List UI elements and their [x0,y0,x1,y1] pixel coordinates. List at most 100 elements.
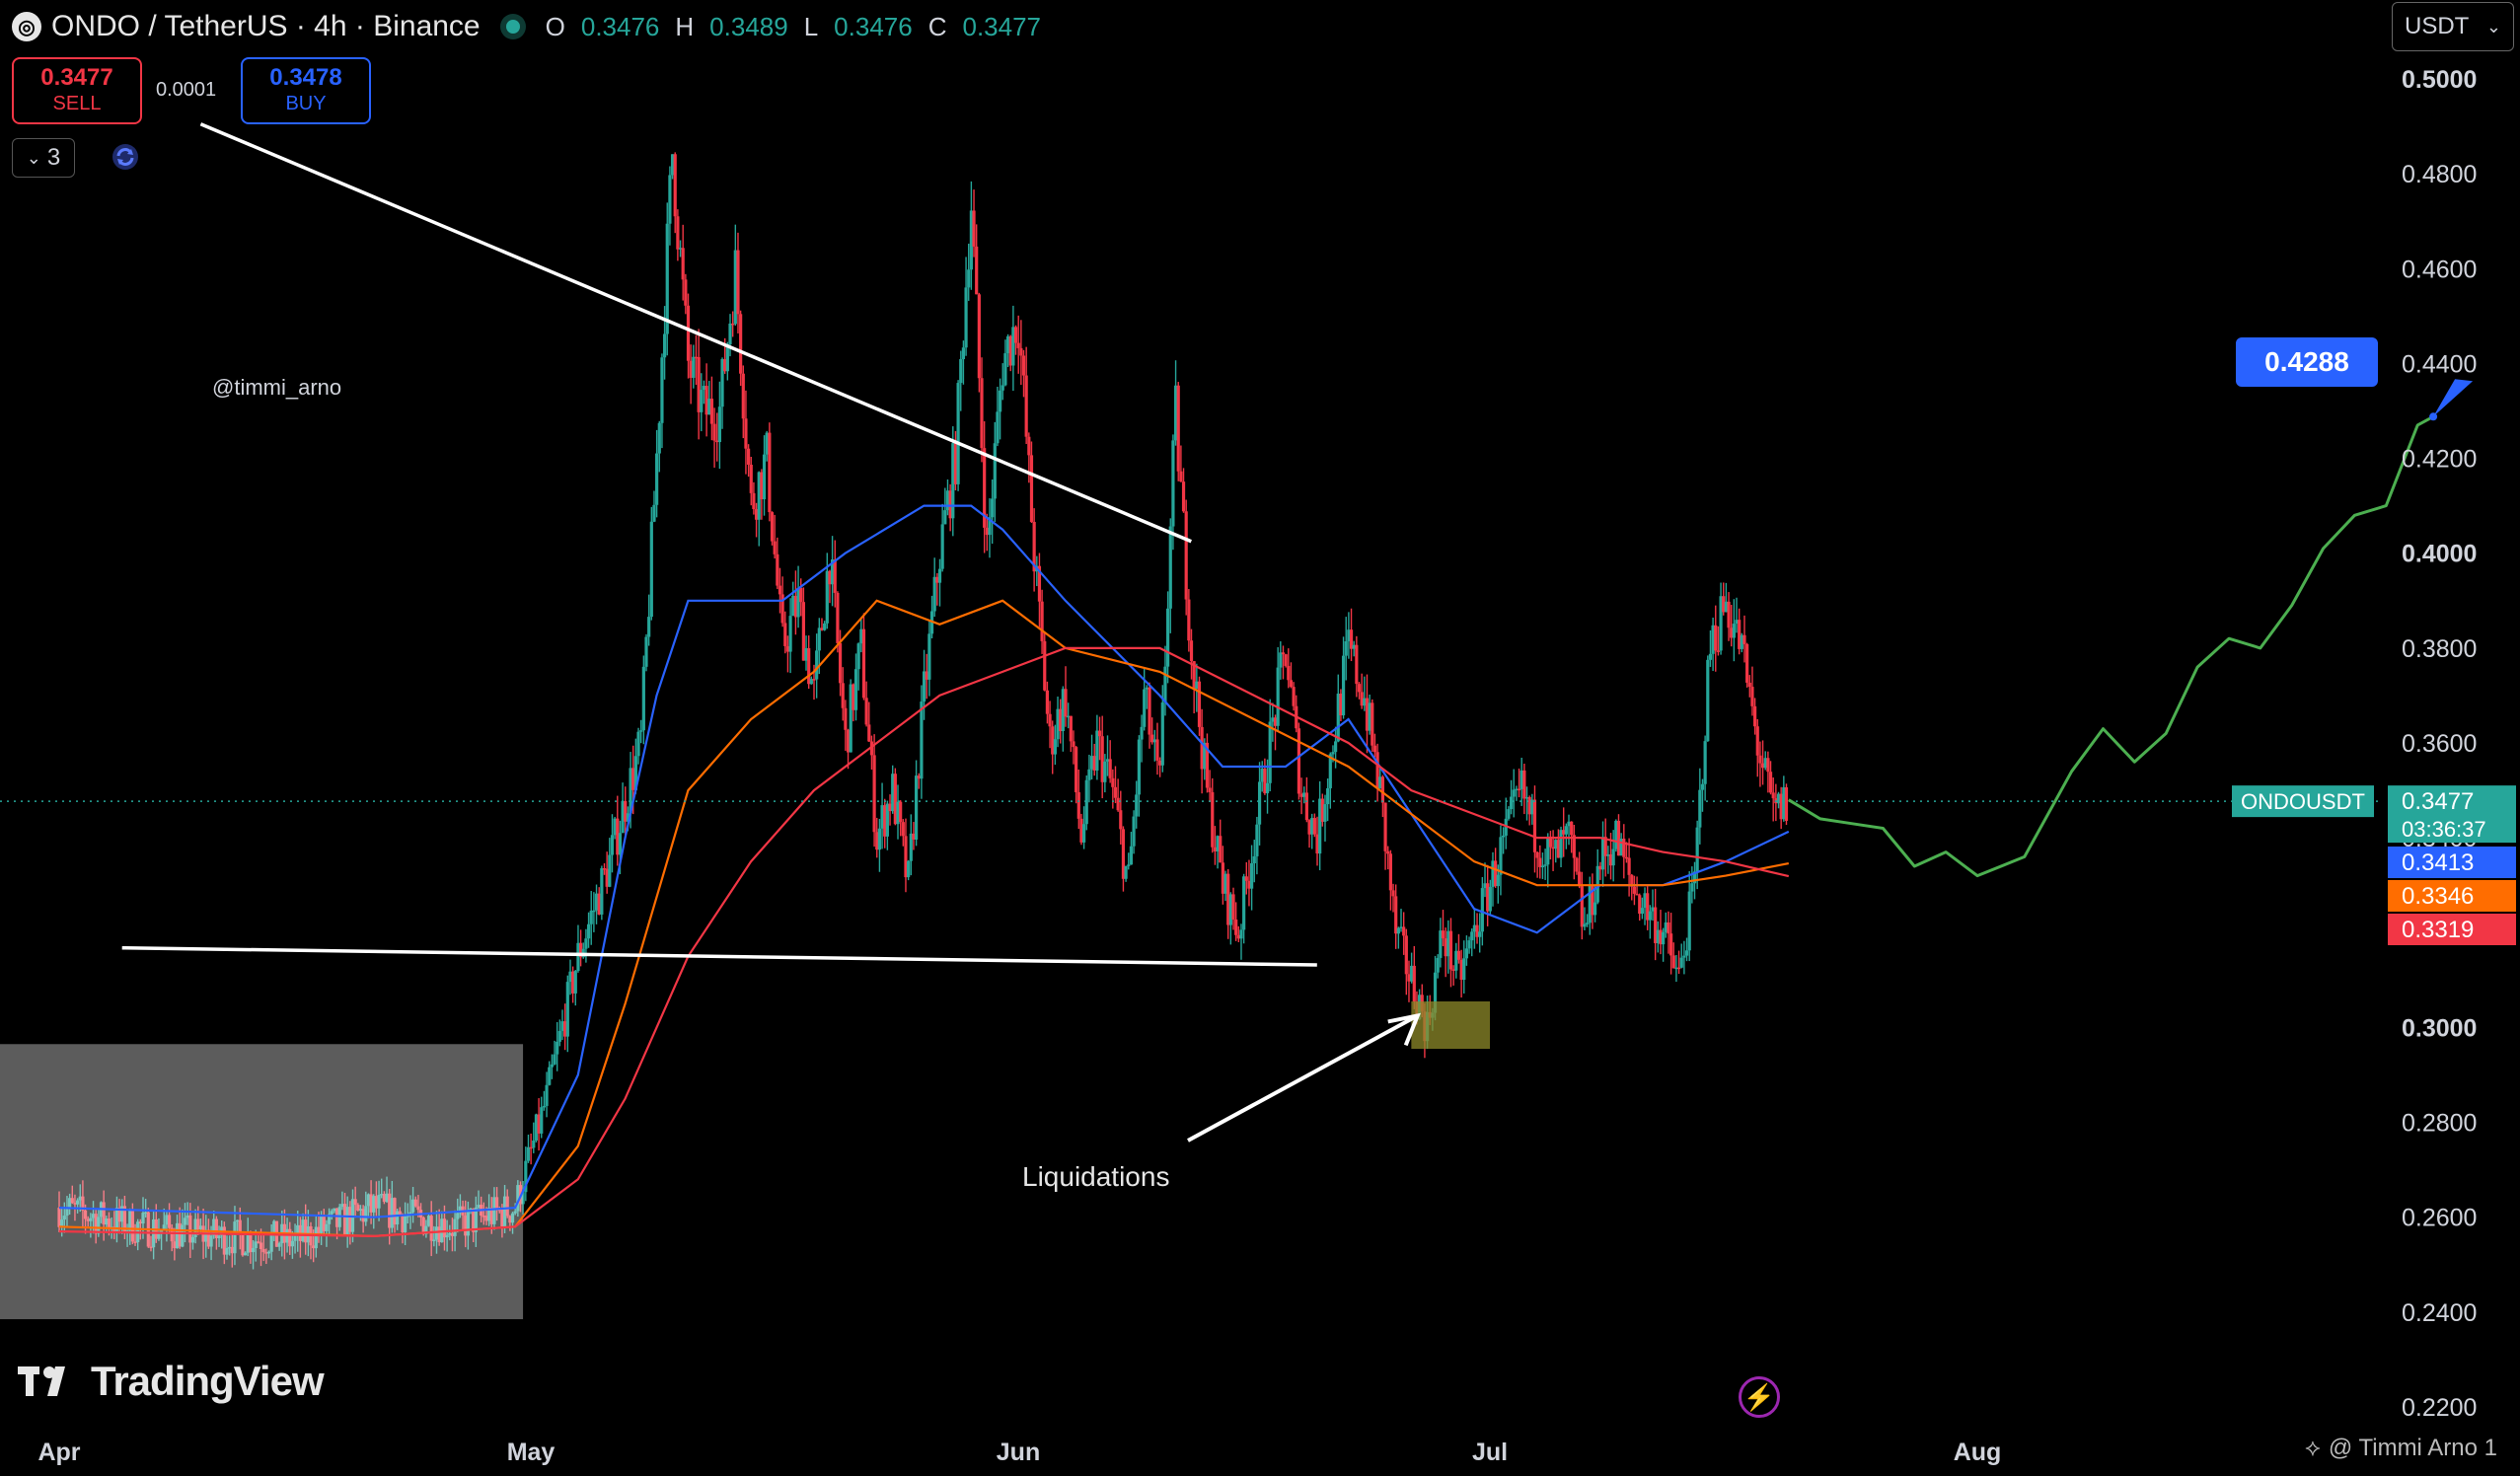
candle-body [1441,930,1445,939]
candle-body [1716,650,1721,652]
candle-body [1695,827,1699,872]
candle-body [1242,876,1246,930]
candle-body [1287,665,1291,681]
candle-body [550,1064,554,1068]
candle-body [1097,730,1102,737]
indicator-count: 3 [46,144,61,171]
candle-body [1535,851,1539,858]
candle-body [1632,886,1637,894]
candle-body [1095,730,1099,771]
candle-body [744,418,748,449]
candle-body [1108,759,1112,778]
candle-body [920,701,924,779]
candle-body [1386,850,1390,854]
candle-body [1171,440,1175,527]
candle-body [1166,608,1170,667]
candle-body [1040,601,1044,641]
candle-body [1412,965,1416,1002]
candle-body [1344,640,1348,656]
candle-body [1279,652,1283,668]
candle-body [1189,640,1194,662]
candle-body [1467,940,1471,949]
price-chart[interactable]: 0.4288 0.5000 0.4800 0.4600 0.4400 0.4200 0.4… [0,0,2520,1476]
candle-body [1076,791,1080,819]
candle-body [1016,342,1020,348]
candle-body [641,666,645,731]
candle-body [867,724,871,742]
chart-header: ◎ ONDO / TetherUS · 4h · Binance O 0.3476… [12,10,1041,43]
candle-body [652,504,656,522]
candle-body [956,383,960,484]
refresh-icon[interactable] [111,142,140,172]
candle-body [1745,643,1749,683]
candle-body [608,854,612,887]
candle-body [1502,835,1506,838]
candle-body [636,731,640,757]
candle-body [762,454,767,500]
candle-body [975,246,979,295]
candle-body [749,464,753,493]
candle-body [1669,933,1673,956]
indicators-toggle-button[interactable]: ⌄ 3 [12,138,75,178]
candle-body [1013,327,1018,343]
candle-body [1679,957,1683,968]
sell-button[interactable]: 0.3477 SELL [12,57,142,124]
candle-body [1268,721,1272,783]
candle-body [1334,741,1338,753]
candle-body [665,223,669,334]
candle-body [1436,957,1440,973]
candle-body [725,344,729,372]
candle-body [1676,967,1681,970]
ohlc-low-value: 0.3476 [834,11,913,41]
y-tick-label: 0.4600 [2402,256,2477,283]
candle-body [741,373,745,419]
candle-body [980,378,984,449]
currency-select[interactable]: USDT ⌄ [2392,2,2514,51]
candle-body [1135,794,1139,817]
lightning-icon[interactable]: ⚡ [1739,1376,1780,1418]
candle-body [1129,846,1134,865]
candle-body [668,175,672,224]
y-tick-label: 0.2400 [2402,1299,2477,1327]
tradingview-logo[interactable]: TradingView [18,1358,325,1405]
candle-body [1543,864,1547,866]
x-tick-label: Aug [1954,1439,2002,1466]
y-tick-label: 0.4400 [2402,350,2477,378]
candle-body [1470,931,1474,941]
candle-body [660,357,664,423]
candle-body [836,592,840,643]
candle-body [1043,640,1047,691]
candle-body [586,923,591,939]
candle-body [972,210,976,247]
candle-body [1239,929,1243,939]
candle-body [655,453,659,505]
candle-body [1383,802,1387,851]
candle-body [1396,927,1400,934]
candle-body [1082,824,1086,843]
chart-title[interactable]: ONDO / TetherUS · 4h · Binance [51,10,481,43]
candle-body [1682,955,1686,958]
ohlc-open-key: O [545,11,565,41]
candle-body [1072,741,1075,748]
candle-body [1087,769,1091,780]
buy-button[interactable]: 0.3478 BUY [241,57,371,124]
candle-body [1001,385,1004,391]
candle-body [712,423,716,441]
candle-body [1197,681,1202,727]
candle-body [1448,930,1453,970]
candle-body [1690,883,1694,892]
candle-body [717,406,721,443]
candle-body [589,910,593,924]
candle-body [1029,455,1034,522]
candle-body [823,623,827,630]
candle-body [1635,893,1639,896]
candle-body [864,698,868,725]
candle-body [1570,821,1574,836]
liquidations-annotation: Liquidations [1022,1161,1169,1192]
candle-body [1003,353,1007,386]
candle-body [853,669,858,710]
candle-body [1391,890,1395,897]
candle-body [1103,761,1107,782]
candle-body [746,448,751,465]
y-tick-label: 0.3800 [2402,635,2477,663]
